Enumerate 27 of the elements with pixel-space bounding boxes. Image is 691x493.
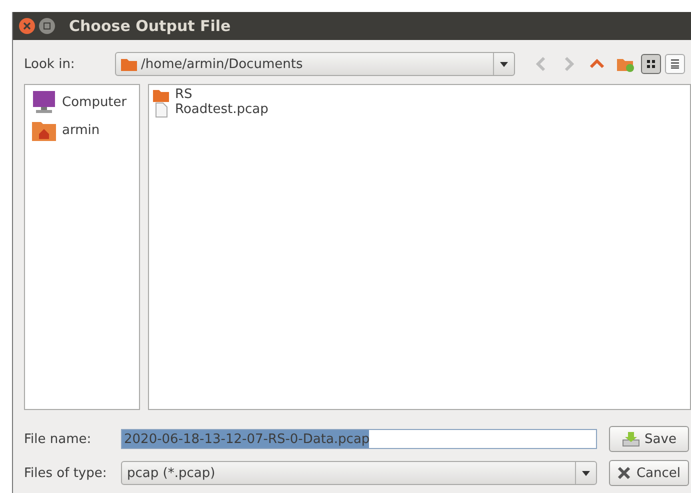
new-folder-icon: [616, 56, 634, 72]
caret-icon: [500, 62, 508, 66]
computer-icon: [31, 90, 57, 114]
save-button[interactable]: Save: [609, 426, 689, 452]
file-name-label: File name:: [24, 432, 92, 446]
file-item[interactable]: Roadtest.pcap: [153, 102, 686, 117]
list-icon: [670, 59, 680, 69]
close-icon: [617, 466, 632, 480]
look-in-dropdown[interactable]: /home/armin/Documents: [115, 52, 515, 76]
grid-icon: [646, 59, 656, 69]
document-icon: [153, 102, 169, 118]
download-icon: [622, 431, 640, 447]
maximize-icon[interactable]: [39, 18, 55, 34]
folder-icon: [153, 88, 169, 102]
cancel-button[interactable]: Cancel: [609, 460, 689, 486]
file-type-dropdown[interactable]: pcap (*.pcap): [121, 461, 597, 485]
sidebar-item[interactable]: armin: [31, 117, 139, 143]
list-view-button[interactable]: [665, 54, 685, 74]
window-title: Choose Output File: [69, 17, 231, 35]
icon-view-button[interactable]: [641, 54, 661, 74]
caret-icon: [582, 470, 590, 476]
look-in-label: Look in:: [24, 56, 76, 72]
sidebar-item[interactable]: Computer: [31, 89, 139, 115]
file-type-label: Files of type:: [24, 466, 108, 480]
close-icon[interactable]: [19, 18, 35, 34]
folder-icon: [121, 57, 137, 71]
file-item[interactable]: RS: [153, 87, 686, 102]
